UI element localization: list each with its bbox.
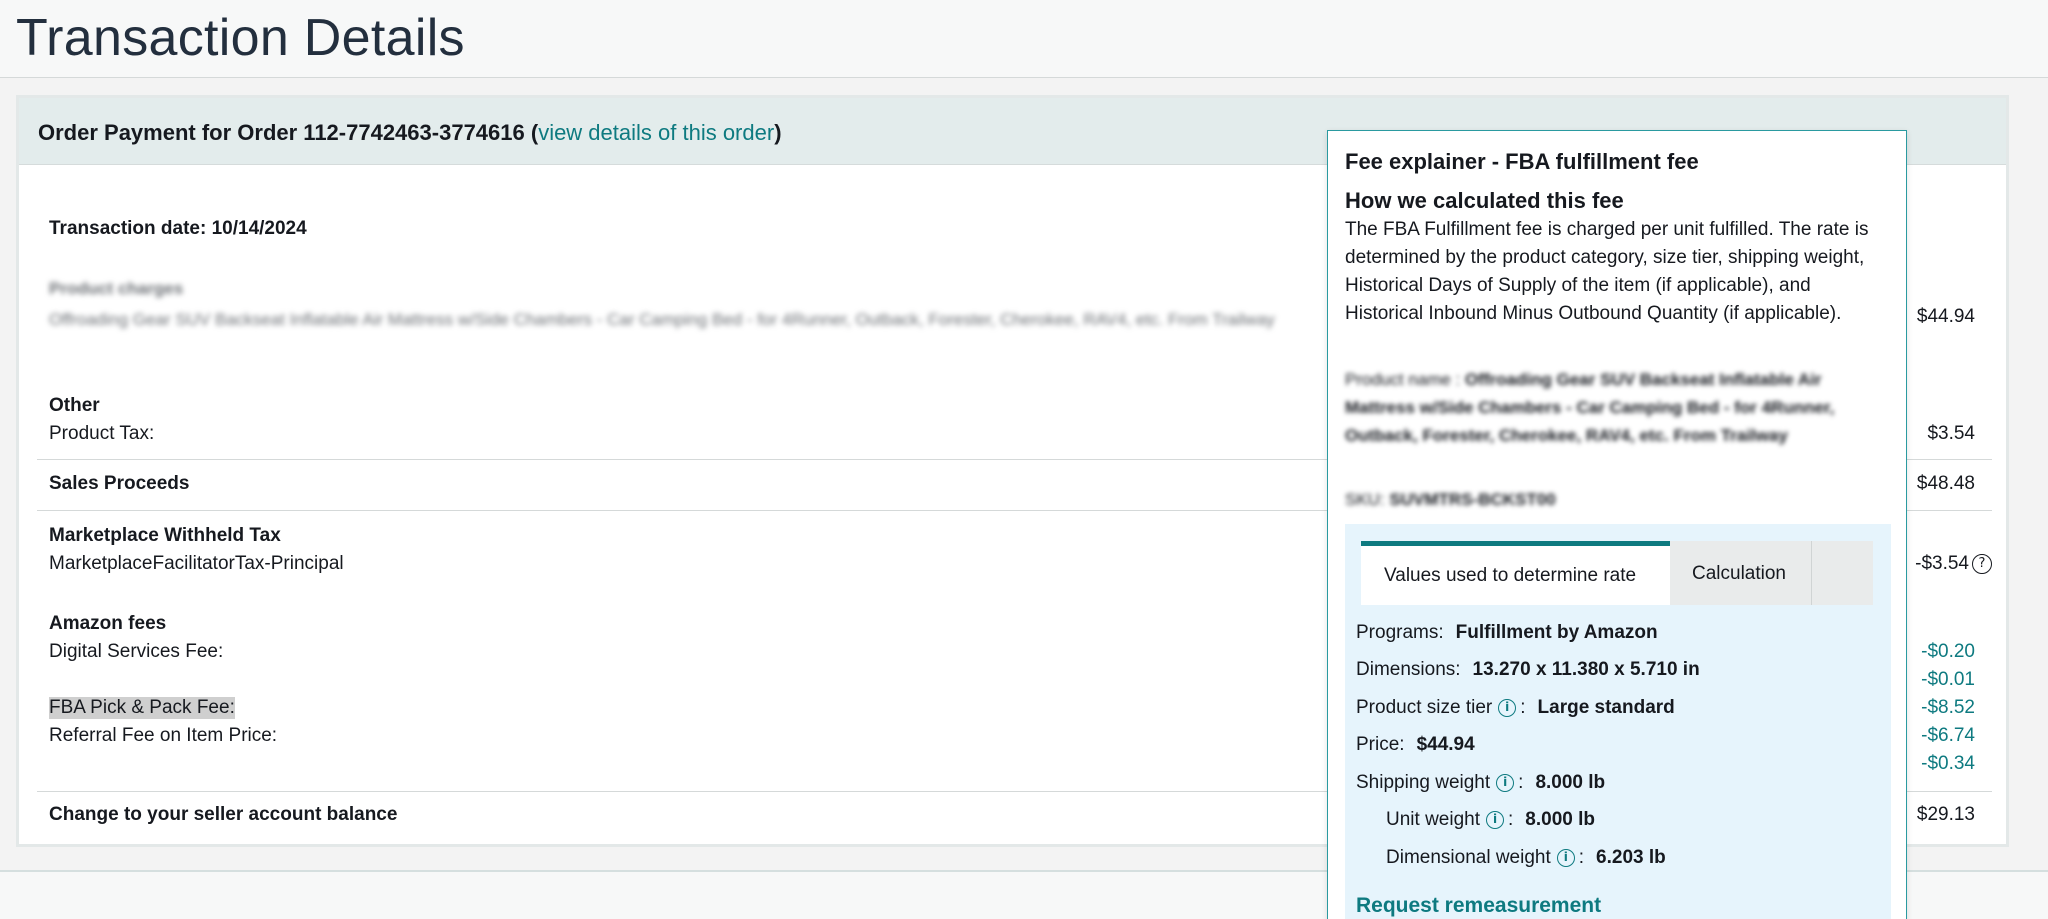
fee-explainer-popover: Fee explainer - FBA fulfillment fee How … [1327,130,1907,919]
question-circle-icon[interactable]: ? [1972,554,1992,574]
fba-fee-amount[interactable]: -$8.52 [1921,697,1975,719]
info-icon[interactable]: i [1486,811,1504,829]
fee-amount: -$0.01 [1921,669,1975,690]
dimensions-row: Dimensions: 13.270 x 11.380 x 5.710 in [1356,659,1700,681]
facilitator-tax-label: MarketplaceFacilitatorTax-Principal [49,553,344,574]
page-title: Transaction Details [16,9,465,67]
fee-amount: -$0.20 [1921,641,1975,662]
view-order-details-link[interactable]: view details of this order [538,120,774,145]
sku-label: SKU: [1345,490,1385,509]
tab-calculation[interactable]: Calculation [1670,541,1812,605]
sku: SKU: SUVMTRS-BCKST00 [1345,486,1885,514]
tab-calculation-label: Calculation [1692,563,1786,584]
tab-bar: Values used to determine rate Calculatio… [1361,541,1873,605]
sales-proceeds-label: Sales Proceeds [49,473,190,494]
order-header-suffix: ) [774,120,782,145]
tab-values-label: Values used to determine rate [1384,565,1637,586]
page-header: Transaction Details [0,0,2048,78]
dimensional-weight-label: Dimensional weight [1386,847,1551,868]
dimensions-value: 13.270 x 11.380 x 5.710 in [1472,659,1700,680]
referral-fee-label: Referral Fee on Item Price: [49,725,278,746]
withheld-tax-amount: -$3.54 [1915,553,1969,574]
fee-amount: -$0.34 [1921,753,1975,774]
product-description: Offroading Gear SUV Backseat Inflatable … [49,310,1275,329]
size-tier-row: Product size tier i: Large standard [1356,697,1675,718]
popover-description: The FBA Fulfillment fee is charged per u… [1345,219,1869,324]
withheld-tax-amount-row: -$3.54? [1915,553,1992,575]
order-header-text: Order Payment for Order 112-7742463-3774… [38,120,539,145]
product-charges-label: Product charges [49,279,184,298]
other-heading: Other [49,395,100,416]
dimensional-weight-row: Dimensional weight i: 6.203 lb [1386,847,1666,868]
product-charges-amount: $44.94 [1916,306,1975,327]
withheld-tax-heading: Marketplace Withheld Tax [49,525,281,546]
programs-row: Programs: Fulfillment by Amazon [1356,622,1658,644]
product-tax-label: Product Tax: [49,423,155,444]
dimensions-label: Dimensions: [1356,659,1461,680]
info-icon[interactable]: i [1496,774,1515,792]
shipping-weight-value: 8.000 lb [1535,772,1606,793]
balance-change-label: Change to your seller account balance [49,804,398,825]
dimensional-weight-value: 6.203 lb [1596,847,1666,868]
shipping-weight-row: Shipping weight i: 8.000 lb [1356,772,1606,793]
unit-weight-label: Unit weight [1386,809,1480,830]
fba-pick-pack-fee-label[interactable]: FBA Pick & Pack Fee: [49,697,235,719]
fee-amount: -$6.74 [1921,725,1975,746]
shipping-weight-label: Shipping weight [1356,772,1491,793]
sales-proceeds-amount: $48.48 [1916,473,1975,494]
info-icon[interactable]: i [1498,699,1517,717]
size-tier-label: Product size tier [1356,697,1493,718]
popover-title: Fee explainer - FBA fulfillment fee [1345,149,1699,174]
size-tier-value: Large standard [1537,697,1675,718]
product-name: Product name : Offroading Gear SUV Backs… [1345,366,1885,450]
info-icon[interactable]: i [1556,849,1575,867]
order-header: Order Payment for Order 112-7742463-3774… [38,120,782,146]
request-remeasurement-link[interactable]: Request remeasurement [1356,894,1601,918]
unit-weight-value: 8.000 lb [1525,809,1595,830]
tab-values[interactable]: Values used to determine rate [1361,541,1670,605]
fee-values-panel: Values used to determine rate Calculatio… [1345,524,1891,919]
product-tax-amount: $3.54 [1927,423,1975,444]
sku-value: SUVMTRS-BCKST00 [1389,490,1556,509]
unit-weight-row: Unit weight i: 8.000 lb [1386,809,1595,830]
digital-services-fee-label: Digital Services Fee: [49,641,224,662]
price-label: Price: [1356,734,1405,755]
price-value: $44.94 [1416,734,1475,755]
popover-subtitle: How we calculated this fee [1345,188,1624,213]
programs-label: Programs: [1356,622,1444,643]
transaction-date: Transaction date: 10/14/2024 [49,218,307,239]
price-row: Price: $44.94 [1356,734,1475,756]
balance-change-amount: $29.13 [1916,804,1975,825]
amazon-fees-heading: Amazon fees [49,613,167,634]
programs-value: Fulfillment by Amazon [1455,622,1658,643]
product-name-label: Product name : [1345,370,1461,389]
